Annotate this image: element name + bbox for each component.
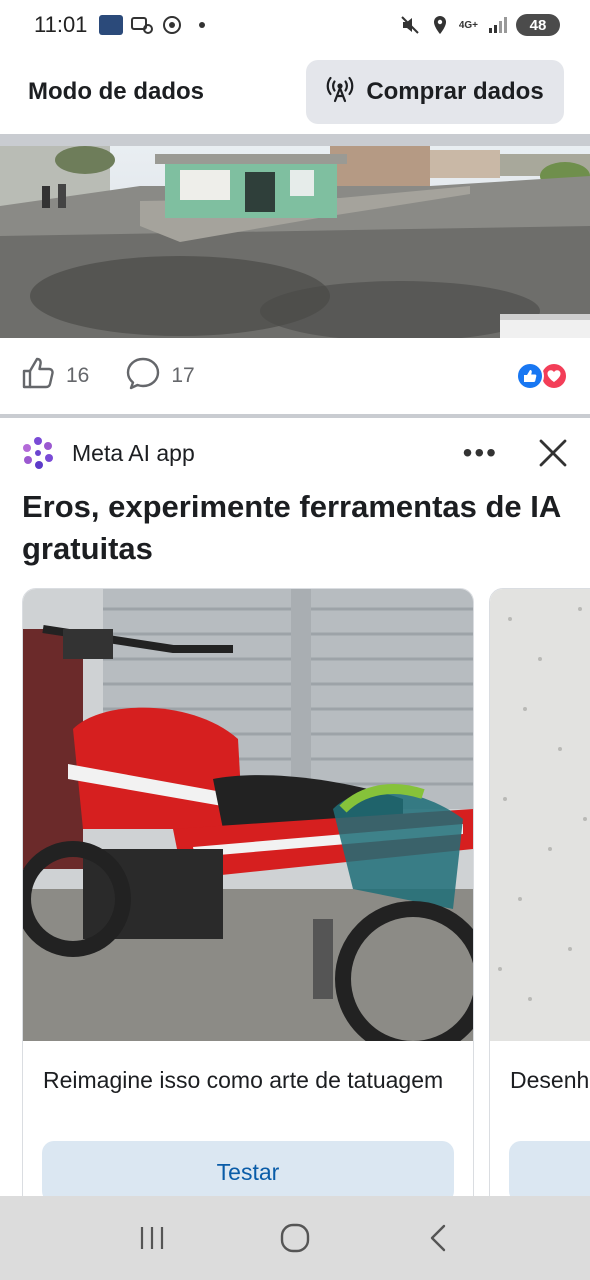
location-icon <box>429 14 451 36</box>
system-nav-bar <box>0 1196 590 1280</box>
ad-carousel[interactable]: Reimagine isso como arte de tatuagem Tes… <box>22 588 590 1196</box>
mute-icon <box>399 14 421 36</box>
card-image[interactable] <box>23 589 473 1041</box>
voicemail-icon <box>131 14 154 36</box>
close-icon[interactable] <box>536 436 570 470</box>
recents-icon[interactable] <box>122 1208 182 1268</box>
post-divider <box>0 414 590 418</box>
more-options-icon[interactable]: ••• <box>463 439 498 467</box>
section-divider <box>0 134 590 146</box>
ad-header: Meta AI app ••• <box>0 420 590 486</box>
post-reactions: 16 17 <box>0 338 590 414</box>
signal-icon <box>486 14 508 36</box>
card-caption: Desenh <box>510 1067 590 1093</box>
like-reaction-icon <box>516 362 544 390</box>
battery-indicator: 48 <box>516 14 560 36</box>
carousel-card[interactable]: Desenh <box>489 588 590 1196</box>
status-time: 11:01 <box>34 12 88 37</box>
dot-icon <box>191 14 213 36</box>
card-image[interactable] <box>490 589 590 1041</box>
post-image[interactable] <box>0 146 590 338</box>
network-type: 4G+ <box>458 19 478 31</box>
like-icon[interactable] <box>20 355 56 397</box>
status-bar: 11:01 4G+ 48 <box>0 0 590 50</box>
ad-app-name[interactable]: Meta AI app <box>72 440 195 467</box>
carousel-card[interactable]: Reimagine isso como arte de tatuagem Tes… <box>22 588 474 1196</box>
status-right: 4G+ 48 <box>399 14 560 36</box>
reaction-summary[interactable] <box>516 362 568 390</box>
like-count: 16 <box>66 364 90 387</box>
chrome-icon <box>161 14 183 36</box>
comment-count: 17 <box>171 364 195 387</box>
love-reaction-icon <box>540 362 568 390</box>
buy-data-label: Comprar dados <box>366 78 544 105</box>
comment-group[interactable]: 17 <box>125 355 195 397</box>
try-button[interactable]: Testar <box>42 1141 454 1196</box>
like-group[interactable]: 16 <box>20 355 89 397</box>
meta-ai-logo-icon[interactable] <box>20 435 56 471</box>
card-caption: Reimagine isso como arte de tatuagem <box>43 1067 444 1093</box>
home-icon[interactable] <box>265 1208 325 1268</box>
ad-title: Eros, experimente ferramentas de IA grat… <box>22 489 561 566</box>
back-icon[interactable] <box>408 1208 468 1268</box>
comment-icon[interactable] <box>125 355 161 397</box>
notification-icons <box>99 14 213 36</box>
data-mode-header: Modo de dados Comprar dados <box>0 50 590 134</box>
gallery-app-icon <box>99 15 124 35</box>
buy-data-button[interactable]: Comprar dados <box>306 60 564 124</box>
data-mode-label: Modo de dados <box>28 78 204 105</box>
antenna-icon <box>326 75 354 110</box>
try-button[interactable] <box>509 1141 590 1196</box>
